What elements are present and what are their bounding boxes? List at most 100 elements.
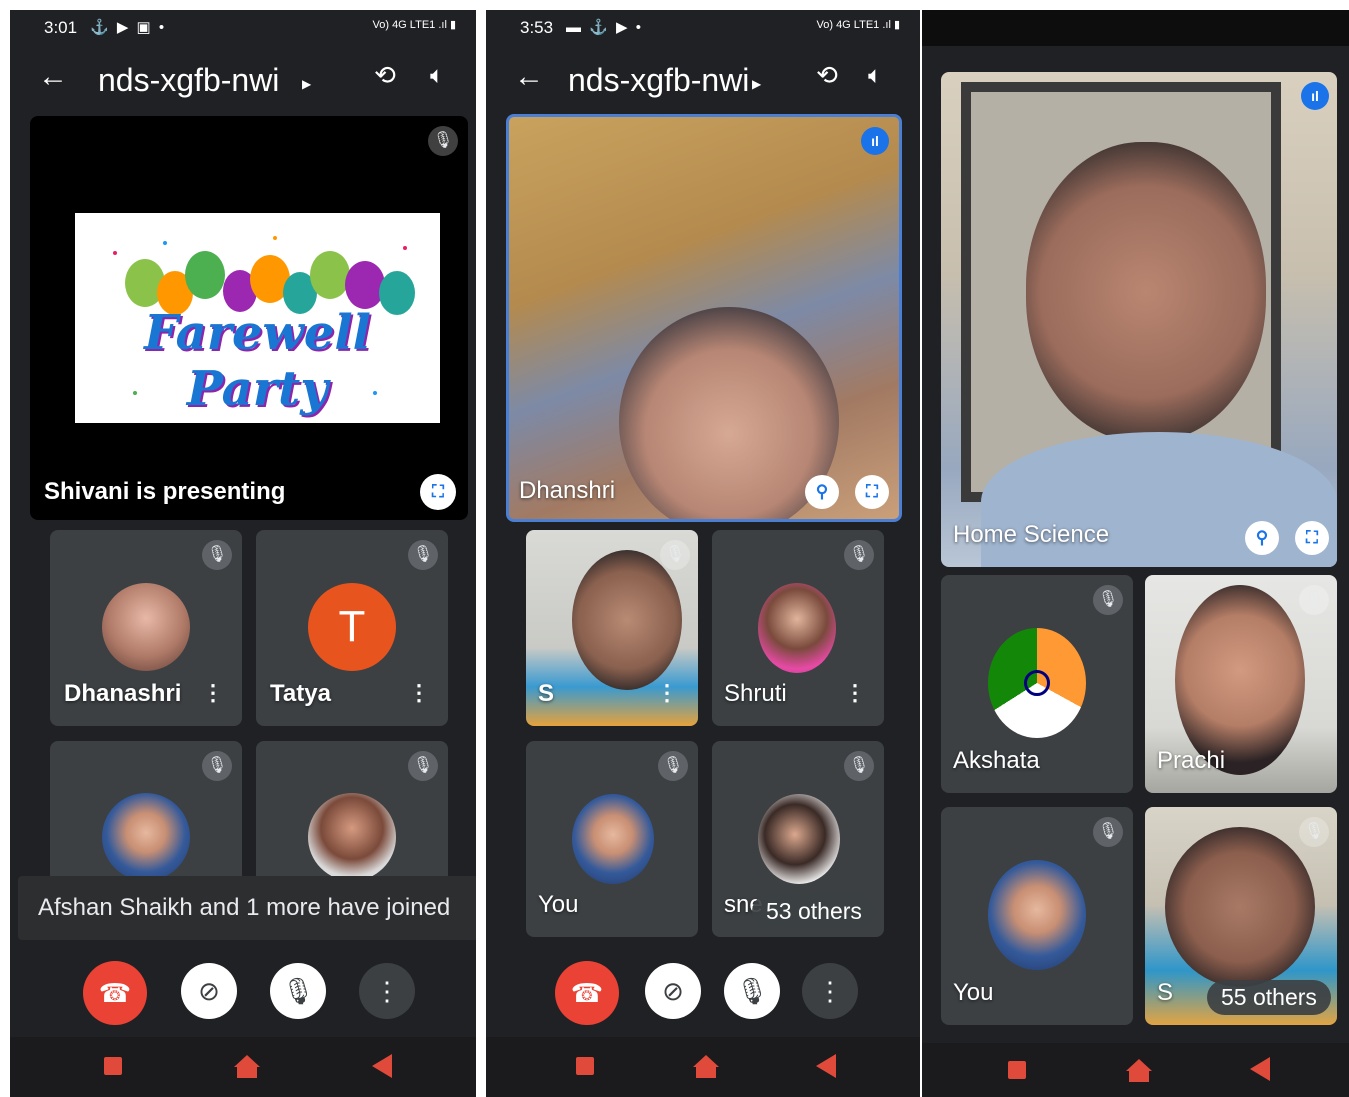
participant-tile-dhanashri[interactable]: 🎙︎ Dhanashri ⋮ [50, 530, 242, 726]
phone-screen-2: 3:53 ▬ ⚓ ▶ • Vo) 4G LTE1 .ıl ▮ ← nds-xgf… [486, 10, 920, 1097]
chakra-icon [1024, 670, 1050, 696]
pin-icon[interactable]: ⚲ [1245, 521, 1279, 555]
top-bar: ← nds-xgfb-nwi ▶ ⟲ 🔈︎ [486, 48, 920, 114]
speaker-icon[interactable]: 🔈︎ [430, 62, 444, 90]
participant-tile-s[interactable]: 🎙︎ S ⋮ [526, 530, 698, 726]
more-vert-icon[interactable]: ⋮ [202, 680, 224, 706]
more-options-button[interactable]: ⋮ [802, 963, 858, 1019]
participant-tile-4[interactable]: 🎙︎ [256, 741, 448, 891]
camera-flip-icon[interactable]: ⟲ [368, 60, 402, 94]
recents-icon[interactable] [576, 1057, 594, 1075]
mic-off-icon: 🎙︎ [408, 540, 438, 570]
participant-tile-others[interactable]: 🎙︎ S 55 others [1145, 807, 1337, 1025]
audio-level-icon: ıl [861, 127, 889, 155]
avatar [758, 794, 840, 884]
fullscreen-icon[interactable]: ⛶ [855, 475, 889, 509]
participant-tile-3[interactable]: 🎙︎ [50, 741, 242, 891]
join-toast: Afshan Shaikh and 1 more have joined [18, 876, 476, 940]
avatar [988, 628, 1086, 738]
mic-off-icon: 🎙︎ [844, 751, 874, 781]
back-arrow-icon[interactable]: ← [38, 60, 68, 94]
participant-name: S [1157, 979, 1174, 1006]
end-call-button[interactable]: ☎ [83, 961, 147, 1025]
participant-name: Home Science [953, 521, 1110, 548]
main-video-tile[interactable]: ıl Dhanshri ⚲ ⛶ [506, 114, 902, 522]
mic-off-icon: 🎙︎ [660, 540, 690, 570]
more-vert-icon[interactable]: ⋮ [656, 680, 678, 706]
signal-icons: Vo) 4G LTE1 .ıl ▮ [816, 19, 901, 31]
participant-name: You [538, 891, 579, 918]
mic-off-button[interactable]: 🎙︎ [270, 963, 326, 1019]
nav-back-icon[interactable] [372, 1054, 392, 1078]
meeting-code[interactable]: nds-xgfb-nwi [568, 62, 749, 99]
participant-tile-you[interactable]: 🎙︎ You [941, 807, 1133, 1025]
meeting-info-caret-icon[interactable]: ▶ [752, 77, 761, 91]
camera-flip-icon[interactable]: ⟲ [810, 60, 844, 94]
recents-icon[interactable] [1008, 1061, 1026, 1079]
mic-off-icon: 🎙︎ [1093, 817, 1123, 847]
avatar [102, 583, 190, 671]
mic-off-icon: 🎙︎ [844, 540, 874, 570]
mic-off-icon: 🎙︎ [1093, 585, 1123, 615]
more-vert-icon[interactable]: ⋮ [408, 680, 430, 706]
presenter-label: Shivani is presenting [44, 478, 286, 505]
participant-name: You [953, 979, 994, 1006]
mic-off-icon: 🎙︎ [658, 751, 688, 781]
status-bar: 3:01 ⚓ ▶ ▣ • Vo) 4G LTE1 .ıl ▮ [10, 10, 476, 48]
avatar [758, 583, 836, 673]
others-count-badge[interactable]: 53 others [752, 894, 876, 929]
others-count-badge[interactable]: 55 others [1207, 980, 1331, 1015]
top-strip [922, 10, 1349, 46]
nav-back-icon[interactable] [816, 1054, 836, 1078]
participant-name: Tatya [270, 680, 331, 707]
participant-tile-prachi[interactable]: 🎙︎ Prachi [1145, 575, 1337, 793]
status-bar: 3:53 ▬ ⚓ ▶ • Vo) 4G LTE1 .ıl ▮ [486, 10, 920, 48]
meeting-info-caret-icon[interactable]: ▶ [302, 77, 311, 91]
fullscreen-icon[interactable]: ⛶ [420, 474, 456, 510]
camera-off-button[interactable]: ⊘ [645, 963, 701, 1019]
participant-name: Shruti [724, 680, 787, 707]
audio-level-icon: ıl [1301, 82, 1329, 110]
home-icon[interactable] [234, 1055, 260, 1078]
participant-tile-others[interactable]: 🎙︎ sne 53 others [712, 741, 884, 937]
end-call-button[interactable]: ☎ [555, 961, 619, 1025]
fullscreen-icon[interactable]: ⛶ [1295, 521, 1329, 555]
mic-off-icon: 🎙︎ [408, 751, 438, 781]
mic-off-button[interactable]: 🎙︎ [724, 963, 780, 1019]
home-icon[interactable] [1126, 1059, 1152, 1082]
participant-tile-akshata[interactable]: 🎙︎ Akshata [941, 575, 1133, 793]
pin-icon[interactable]: ⚲ [805, 475, 839, 509]
video-feed [572, 550, 682, 690]
phone-screen-3: ıl Home Science ⚲ ⛶ 🎙︎ Akshata 🎙︎ Prachi… [922, 10, 1349, 1097]
camera-off-button[interactable]: ⊘ [181, 963, 237, 1019]
recents-icon[interactable] [104, 1057, 122, 1075]
meeting-code[interactable]: nds-xgfb-nwi [98, 62, 279, 99]
top-bar: ← nds-xgfb-nwi ▶ ⟲ 🔈︎ [10, 48, 476, 114]
video-feed [1026, 142, 1266, 442]
avatar [572, 794, 654, 884]
participant-name: S [538, 680, 555, 707]
android-nav-bar [486, 1037, 920, 1097]
speaker-icon[interactable]: 🔈︎ [868, 62, 882, 90]
mic-off-icon: 🎙︎ [202, 540, 232, 570]
avatar [308, 793, 396, 881]
home-icon[interactable] [693, 1055, 719, 1078]
participant-name: Dhanshri [519, 477, 616, 504]
android-nav-bar [922, 1043, 1349, 1097]
signal-icons: Vo) 4G LTE1 .ıl ▮ [372, 19, 457, 31]
mic-off-icon: 🎙︎ [1299, 585, 1329, 615]
nav-back-icon[interactable] [1250, 1057, 1270, 1081]
presentation-tile[interactable]: 🎙︎ Farewell Party Shivani is presenting … [30, 116, 468, 520]
main-video-tile[interactable]: ıl Home Science ⚲ ⛶ [941, 72, 1337, 567]
more-vert-icon[interactable]: ⋮ [844, 680, 866, 706]
slide-title: Farewell Party [144, 305, 371, 417]
participant-tile-shruti[interactable]: 🎙︎ Shruti ⋮ [712, 530, 884, 726]
participant-tile-tatya[interactable]: 🎙︎ T Tatya ⋮ [256, 530, 448, 726]
video-feed [1165, 827, 1315, 987]
avatar-letter: T [308, 583, 396, 671]
more-options-button[interactable]: ⋮ [359, 963, 415, 1019]
back-arrow-icon[interactable]: ← [514, 60, 544, 94]
participant-tile-you[interactable]: 🎙︎ You [526, 741, 698, 937]
phone-screen-1: 3:01 ⚓ ▶ ▣ • Vo) 4G LTE1 .ıl ▮ ← nds-xgf… [10, 10, 476, 1097]
mic-off-icon: 🎙︎ [202, 751, 232, 781]
